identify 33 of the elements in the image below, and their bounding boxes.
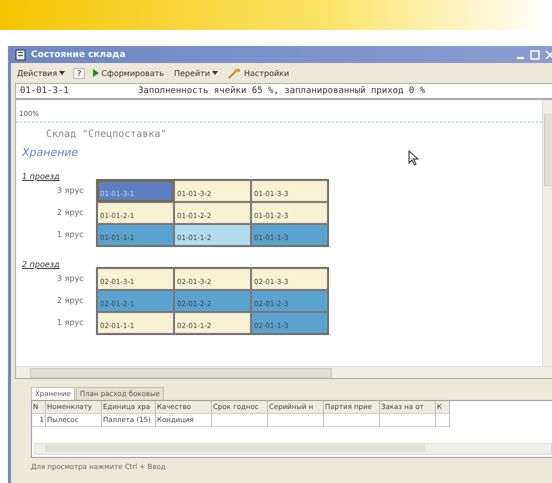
table-cell [436,414,450,427]
table-cell [380,414,436,427]
window-controls[interactable] [515,50,552,60]
menu-button[interactable]: Действия [15,68,68,78]
window-title: Состояние склада [31,50,127,60]
table-cell [268,414,324,427]
app-icon [15,48,27,60]
tier-label: 3 ярус [57,186,84,195]
tier-label: 3 ярус [57,274,84,283]
help-button[interactable]: ? [73,68,86,78]
section-heading: Хранение [22,146,78,159]
hammer-icon [228,67,242,79]
cursor-icon [408,150,419,166]
cell-code: 01-01-3-1 [20,86,70,96]
report-title: Склад "Спецпоставка" [45,128,168,140]
cell-fill-text: Заполненность ячейки 65 %, запланированный приход 0 % [138,86,426,96]
play-icon [93,69,100,77]
table-cell [324,414,380,427]
horizontal-scrollbar[interactable] [16,366,552,378]
vertical-scrollbar[interactable] [542,100,552,366]
caret-icon [212,71,218,75]
settings-button[interactable]: Настройки [226,67,292,79]
tier-label: 1 ярус [57,230,84,239]
aisle-link[interactable]: 2 проезд [22,260,60,269]
aisle-link[interactable]: 1 проезд [22,172,60,181]
tier-label: 2 ярус [57,208,84,217]
generate-button[interactable]: Сформировать [91,68,166,78]
tier-label: 2 ярус [57,296,84,305]
caret-icon [59,71,66,75]
tier-label: 1 ярус [57,318,84,327]
horizontal-scrollbar[interactable] [34,443,552,455]
table-cell [212,414,268,427]
menu-button[interactable]: Перейти [172,68,220,78]
